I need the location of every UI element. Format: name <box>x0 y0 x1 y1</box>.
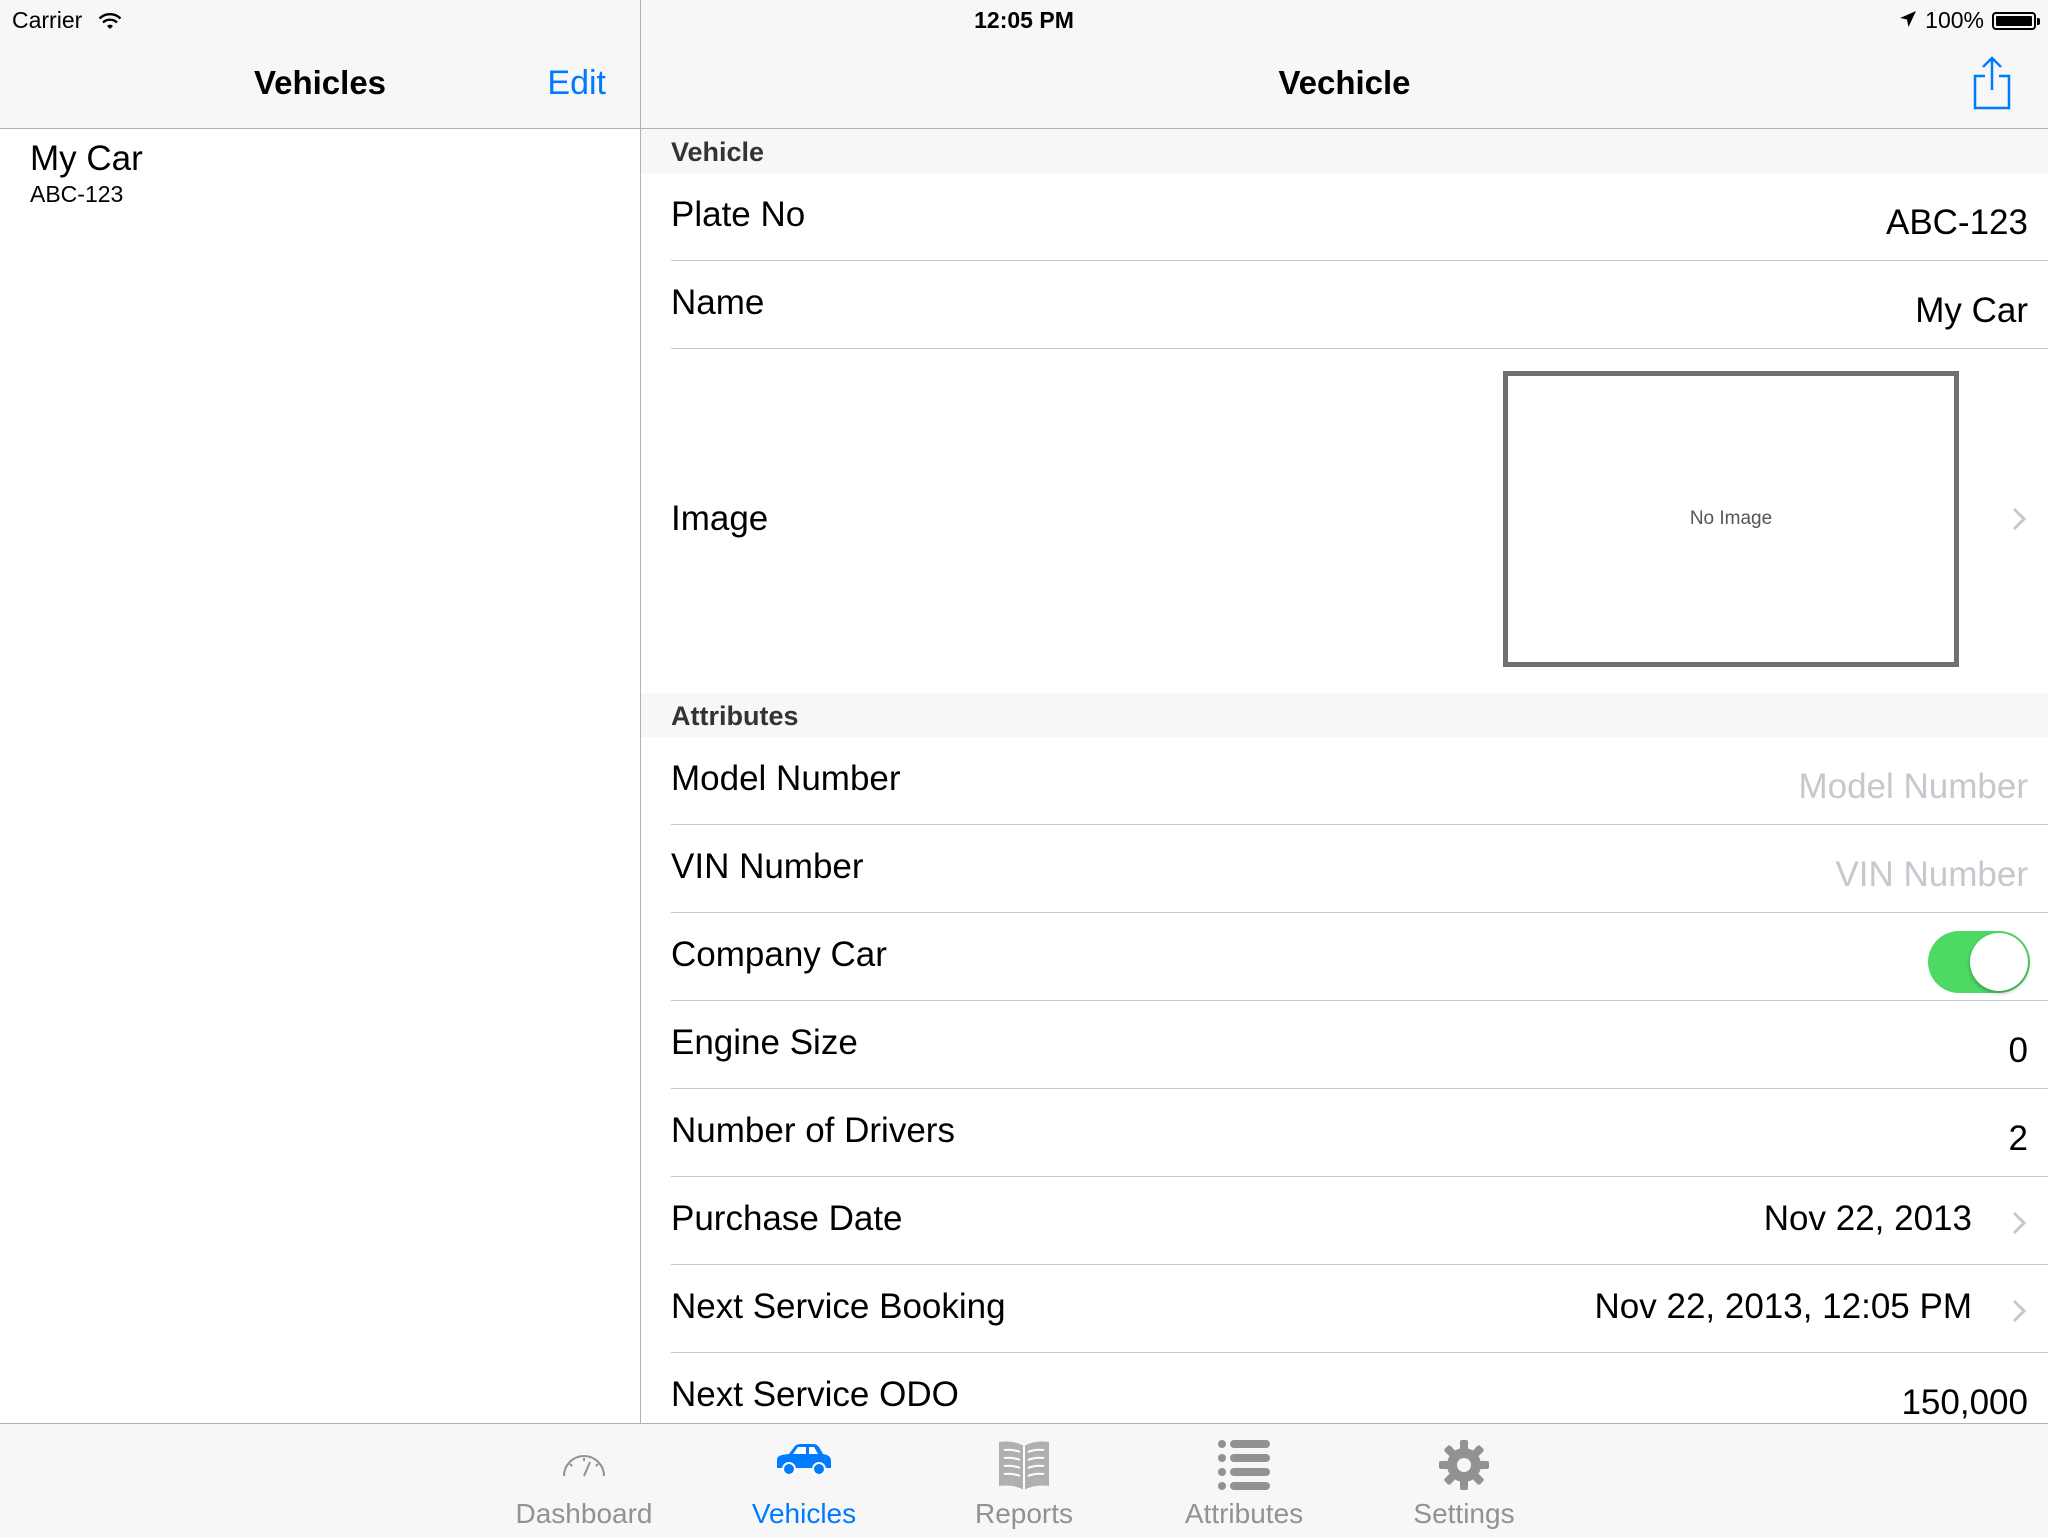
vehicle-list-item[interactable]: My Car ABC-123 <box>0 129 640 221</box>
tab-bar: Dashboard Vehicles Reports Attributes Se… <box>0 1423 2048 1537</box>
next-service-booking-row[interactable]: Next Service Booking Nov 22, 2013, 12:05… <box>641 1265 2048 1353</box>
next-service-booking-value: Nov 22, 2013, 12:05 PM <box>1594 1287 1972 1326</box>
plate-row[interactable]: Plate No ABC-123 <box>641 173 2048 261</box>
edit-button[interactable]: Edit <box>547 64 606 103</box>
master-nav-title: Vehicles <box>253 64 387 101</box>
section-header-vehicle: Vehicle <box>641 129 2048 173</box>
vin-number-label: VIN Number <box>671 847 864 886</box>
section-header-attributes: Attributes <box>641 693 2048 737</box>
purchase-date-row[interactable]: Purchase Date Nov 22, 2013 <box>641 1177 2048 1265</box>
tab-label: Attributes <box>1184 1498 1304 1529</box>
purchase-date-value: Nov 22, 2013 <box>1763 1199 1972 1238</box>
next-service-odo-label: Next Service ODO <box>671 1375 959 1414</box>
book-icon <box>914 1438 1134 1500</box>
company-car-label: Company Car <box>671 935 887 974</box>
engine-size-row[interactable]: Engine Size 0 <box>641 1001 2048 1089</box>
drivers-row[interactable]: Number of Drivers 2 <box>641 1089 2048 1177</box>
chevron-right-icon <box>2012 1299 2027 1328</box>
plate-field[interactable]: ABC-123 <box>1886 203 2028 243</box>
chevron-right-icon <box>2012 507 2027 536</box>
tab-reports[interactable]: Reports <box>914 1424 1134 1537</box>
next-service-booking-label: Next Service Booking <box>671 1287 1006 1326</box>
dashboard-icon <box>474 1438 694 1500</box>
location-arrow-icon <box>1899 7 1917 34</box>
vehicle-plate: ABC-123 <box>30 181 124 207</box>
engine-size-label: Engine Size <box>671 1023 858 1062</box>
vehicle-image-placeholder[interactable]: No Image <box>1503 371 1959 667</box>
vin-number-field[interactable]: VIN Number <box>1835 855 2028 895</box>
detail-nav-title: Vechicle <box>1278 64 1411 101</box>
next-service-odo-field[interactable]: 150,000 <box>1901 1383 2028 1423</box>
tab-label: Reports <box>974 1498 1074 1529</box>
model-number-label: Model Number <box>671 759 901 798</box>
tab-dashboard[interactable]: Dashboard <box>474 1424 694 1537</box>
model-number-field[interactable]: Model Number <box>1798 767 2028 807</box>
vehicle-name: My Car <box>30 139 143 178</box>
plate-label: Plate No <box>671 195 806 234</box>
no-image-text: No Image <box>1689 508 1773 529</box>
drivers-field[interactable]: 2 <box>2009 1119 2028 1159</box>
company-car-toggle[interactable] <box>1928 931 2030 993</box>
purchase-date-label: Purchase Date <box>671 1199 903 1238</box>
gear-icon <box>1354 1438 1574 1500</box>
drivers-label: Number of Drivers <box>671 1111 955 1150</box>
tab-label: Dashboard <box>515 1498 653 1529</box>
tab-label: Settings <box>1413 1498 1515 1529</box>
name-row[interactable]: Name My Car <box>641 261 2048 349</box>
chevron-right-icon <box>2012 1211 2027 1240</box>
share-icon[interactable] <box>1972 56 2012 115</box>
toggle-knob <box>1970 933 2028 991</box>
engine-size-field[interactable]: 0 <box>2009 1031 2028 1071</box>
battery-icon <box>1992 11 2040 30</box>
tab-attributes[interactable]: Attributes <box>1134 1424 1354 1537</box>
tab-vehicles[interactable]: Vehicles <box>694 1424 914 1537</box>
company-car-row: Company Car <box>641 913 2048 1001</box>
vehicle-form: Vehicle Plate No ABC-123 Name My Car Ima… <box>641 129 2048 1441</box>
status-time: 12:05 PM <box>974 7 1074 33</box>
list-icon <box>1134 1438 1354 1500</box>
name-field[interactable]: My Car <box>1915 291 2028 331</box>
tab-label: Vehicles <box>751 1498 857 1529</box>
name-label: Name <box>671 283 765 322</box>
master-pane: Vehicles Edit My Car ABC-123 <box>0 0 641 1536</box>
status-bar: Carrier 12:05 PM 100% <box>0 0 2048 40</box>
image-row[interactable]: Image No Image <box>641 349 2048 693</box>
tab-settings[interactable]: Settings <box>1354 1424 1574 1537</box>
car-icon <box>694 1438 914 1500</box>
model-number-row[interactable]: Model Number Model Number <box>641 737 2048 825</box>
vin-number-row[interactable]: VIN Number VIN Number <box>641 825 2048 913</box>
battery-percent: 100% <box>1925 7 1984 33</box>
image-label: Image <box>671 499 769 538</box>
detail-pane: Vechicle Vehicle Plate No ABC-123 Name M… <box>641 0 2048 1536</box>
